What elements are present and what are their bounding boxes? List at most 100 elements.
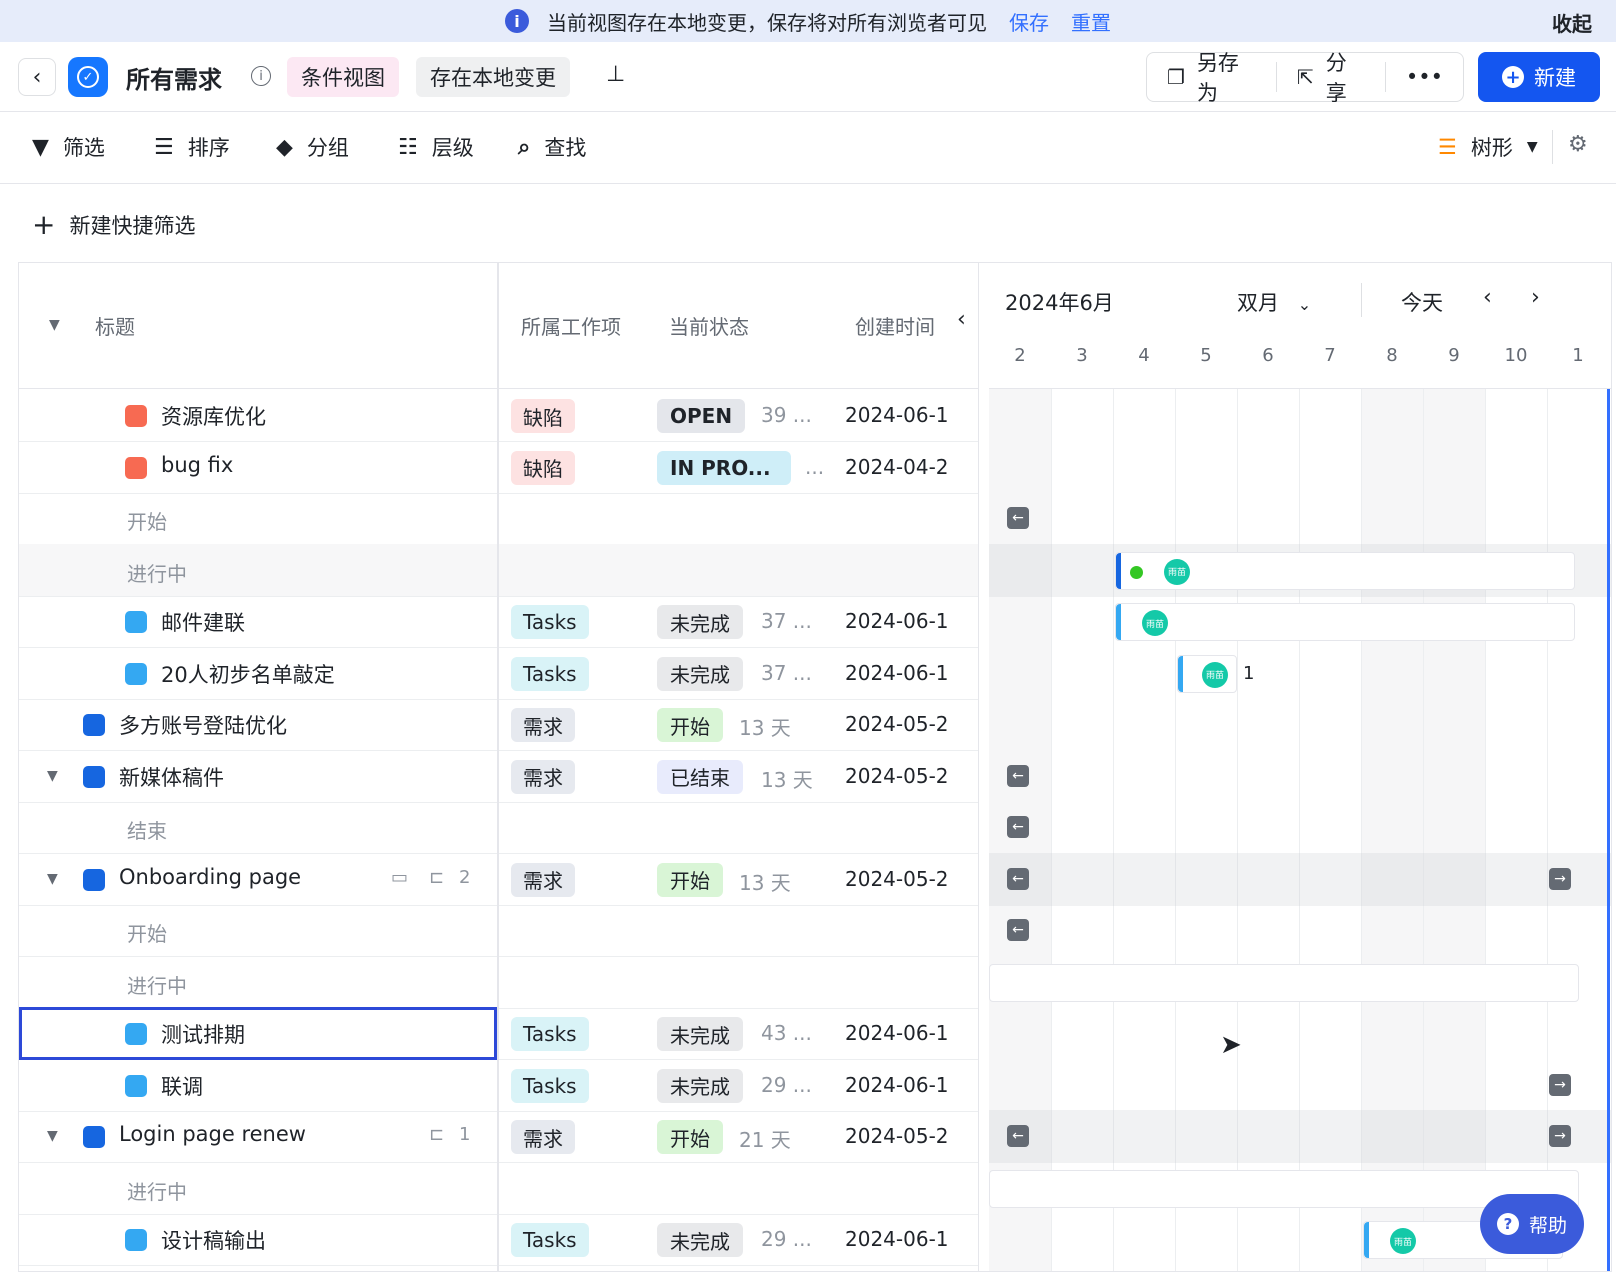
new-button[interactable]: + 新建: [1478, 52, 1600, 102]
table-row[interactable]: ▼ 新媒体稿件: [19, 750, 497, 803]
table-row[interactable]: ▼ Onboarding page ▭ ⊏ 2: [19, 853, 497, 906]
group-button[interactable]: ◆ 分组: [276, 132, 349, 162]
scroll-left-arrow-icon[interactable]: ←: [1007, 507, 1029, 529]
save-link[interactable]: 保存: [1009, 7, 1049, 36]
group-row[interactable]: 开始: [19, 904, 497, 957]
table-row[interactable]: 20人初步名单敲定: [19, 647, 497, 700]
table-row[interactable]: bug fix: [19, 441, 497, 494]
sort-button[interactable]: ☰ 排序: [154, 132, 230, 162]
toolbar: ▼ 筛选 ☰ 排序 ◆ 分组 ☷ 层级 ⌕ 查找 ☰ 树形 ▼ ⚙: [0, 112, 1616, 184]
gantt-bar[interactable]: 雨苗: [1115, 551, 1575, 590]
table-row[interactable]: 测试排期: [19, 1007, 497, 1060]
comment-icon[interactable]: ▭: [391, 867, 408, 888]
group-row[interactable]: 结束: [19, 801, 497, 854]
view-mode-select[interactable]: ☰ 树形 ▼: [1438, 132, 1538, 162]
status-badge[interactable]: 开始: [657, 1120, 723, 1154]
status-badge[interactable]: 未完成: [657, 1223, 743, 1257]
caret-down-icon[interactable]: ▼: [49, 317, 60, 333]
find-button[interactable]: ⌕ 查找: [518, 132, 586, 162]
local-change-chip[interactable]: 存在本地变更: [416, 57, 570, 97]
row-title[interactable]: 邮件建联: [161, 607, 245, 637]
pin-icon[interactable]: ⊥: [606, 62, 625, 87]
month-label: 2024年6月: [1005, 291, 1114, 315]
status-badge[interactable]: IN PRO...: [657, 450, 791, 485]
back-button[interactable]: ‹: [18, 58, 56, 96]
collapse-columns-icon[interactable]: ‹: [957, 307, 966, 332]
caret-down-icon[interactable]: ▼: [47, 768, 58, 784]
share-label: 分享: [1325, 51, 1347, 105]
gantt-bar[interactable]: 雨苗: [1177, 654, 1237, 693]
status-badge[interactable]: 已结束: [657, 759, 743, 794]
table-row[interactable]: 多方账号登陆优化: [19, 698, 497, 751]
scroll-left-arrow-icon[interactable]: ←: [1007, 764, 1029, 787]
row-title[interactable]: 多方账号登陆优化: [119, 710, 287, 740]
status-badge[interactable]: 未完成: [657, 605, 743, 639]
new-quick-filter-button[interactable]: + 新建快捷筛选: [32, 208, 195, 241]
status-badge[interactable]: 开始: [657, 708, 723, 742]
more-button[interactable]: •••: [1386, 53, 1463, 101]
scroll-right-arrow-icon[interactable]: →: [1549, 1073, 1571, 1096]
tag-icon: ◆: [276, 134, 293, 160]
caret-down-icon[interactable]: ▼: [47, 871, 58, 887]
row-title[interactable]: 20人初步名单敲定: [161, 659, 335, 689]
group-row[interactable]: 进行中: [19, 956, 497, 1009]
day-label: 4: [1138, 345, 1150, 366]
info-icon[interactable]: i: [251, 66, 271, 86]
row-title[interactable]: 新媒体稿件: [119, 762, 224, 792]
scroll-left-arrow-icon[interactable]: ←: [1007, 867, 1029, 890]
group-row[interactable]: 进行中: [19, 1162, 497, 1215]
table-row[interactable]: 设计稿输出: [19, 1213, 497, 1266]
gantt-bar[interactable]: [989, 963, 1579, 1002]
row-title[interactable]: Login page renew: [119, 1122, 306, 1146]
row-title[interactable]: 资源库优化: [161, 401, 266, 431]
row-title[interactable]: Onboarding page: [119, 865, 301, 889]
settings-icon[interactable]: ⚙: [1568, 132, 1588, 157]
work-item-header[interactable]: 所属工作项: [521, 311, 621, 340]
gantt-row: [989, 389, 1611, 442]
status-header[interactable]: 当前状态: [669, 311, 749, 340]
today-button[interactable]: 今天: [1401, 287, 1443, 317]
level-button[interactable]: ☷ 层级: [398, 132, 474, 162]
avatar: 雨苗: [1390, 1228, 1416, 1254]
table-row[interactable]: 资源库优化: [19, 389, 497, 442]
status-badge[interactable]: OPEN: [657, 399, 746, 433]
group-row[interactable]: 进行中: [19, 543, 497, 597]
notice-message: 当前视图存在本地变更，保存将对所有浏览者可见: [547, 10, 987, 35]
status-badge[interactable]: 未完成: [657, 1017, 743, 1051]
range-select[interactable]: 双月 ⌄: [1237, 287, 1311, 317]
help-button[interactable]: ? 帮助: [1480, 1194, 1584, 1254]
condition-view-chip[interactable]: 条件视图: [287, 57, 399, 97]
save-as-button[interactable]: ❐ 另存为: [1147, 51, 1276, 105]
scroll-right-arrow-icon[interactable]: →: [1549, 867, 1571, 890]
reset-link[interactable]: 重置: [1071, 7, 1111, 36]
scroll-left-arrow-icon[interactable]: ←: [1007, 816, 1029, 838]
title-header-label[interactable]: 标题: [95, 311, 135, 340]
scroll-right-arrow-icon[interactable]: →: [1549, 1125, 1571, 1147]
status-duration: 21 天: [739, 1128, 791, 1152]
caret-down-icon[interactable]: ▼: [47, 1128, 58, 1144]
prev-period-icon[interactable]: ‹: [1483, 285, 1492, 310]
work-item-type: 需求: [511, 862, 575, 897]
collapse-button[interactable]: 收起: [1552, 8, 1592, 37]
share-button[interactable]: ⇱ 分享: [1277, 51, 1385, 105]
save-as-label: 另存为: [1196, 51, 1239, 105]
gantt-bar[interactable]: 雨苗: [1115, 603, 1575, 641]
filter-button[interactable]: ▼ 筛选: [32, 132, 105, 162]
next-period-icon[interactable]: ›: [1531, 285, 1540, 310]
today-marker: [1607, 389, 1610, 1271]
row-title[interactable]: bug fix: [161, 453, 233, 477]
status-badge[interactable]: 未完成: [657, 1068, 743, 1103]
group-row[interactable]: 开始: [19, 492, 497, 545]
table-row[interactable]: ▼ Login page renew ⊏ 1: [19, 1110, 497, 1163]
row-title[interactable]: 设计稿输出: [161, 1225, 266, 1255]
status-badge[interactable]: 未完成: [657, 656, 743, 691]
status-badge[interactable]: 开始: [657, 862, 723, 897]
row-title[interactable]: 测试排期: [161, 1019, 245, 1049]
created-header[interactable]: 创建时间: [855, 311, 935, 340]
row-title[interactable]: 联调: [161, 1071, 203, 1101]
scroll-left-arrow-icon[interactable]: ←: [1007, 1125, 1029, 1147]
sort-label: 排序: [187, 136, 230, 160]
table-row[interactable]: 邮件建联: [19, 595, 497, 648]
scroll-left-arrow-icon[interactable]: ←: [1007, 919, 1029, 941]
table-row[interactable]: 联调: [19, 1059, 497, 1112]
